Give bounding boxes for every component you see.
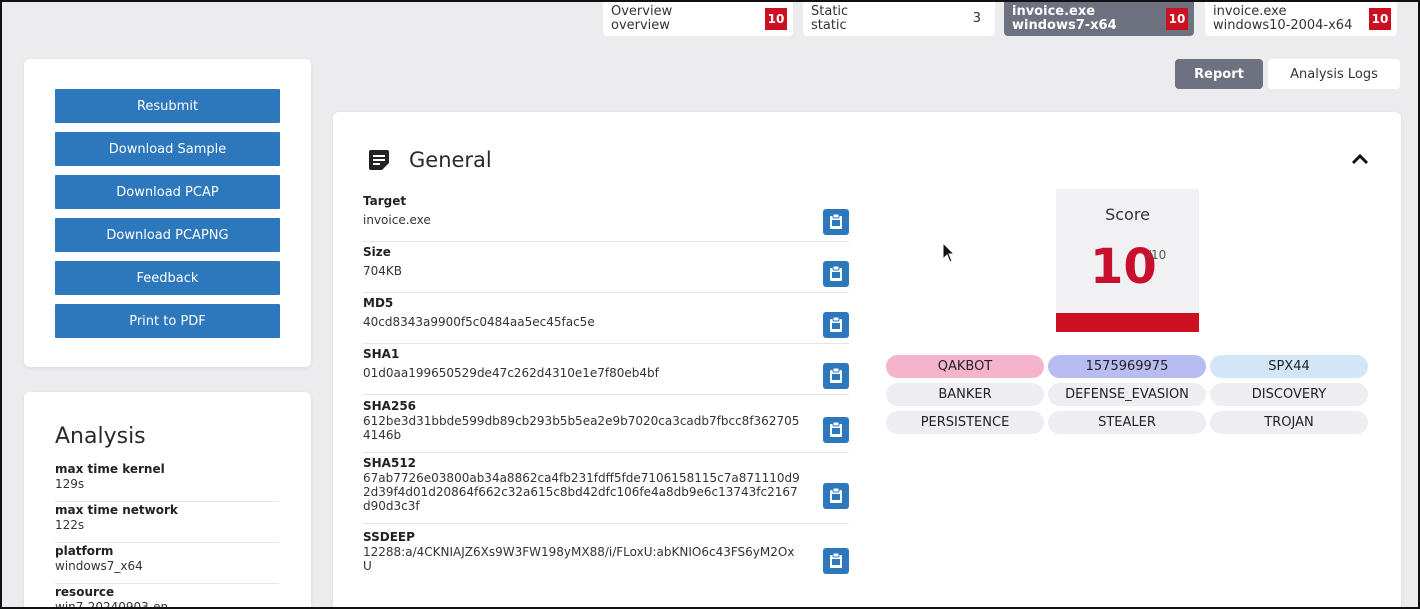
analysis-value: 129s xyxy=(55,477,85,491)
score-label: Score xyxy=(1105,205,1150,224)
analysis-item: platform windows7_x64 xyxy=(55,544,279,584)
field-value: 612be3d31bbde599db89cb293b5b5ea2e9b7020c… xyxy=(363,414,800,442)
ssdeep-field: SSDEEP 12288:a/4CKNIAJZ6Xs9W3FW198yMX88/… xyxy=(363,530,849,582)
chevron-up-icon[interactable] xyxy=(1349,148,1371,174)
task-tab-windows7[interactable]: invoice.exe windows7-x64 10 xyxy=(1004,2,1194,36)
sha1-field: SHA1 01d0aa199650529de47c262d4310e1e7f80… xyxy=(363,347,849,395)
app-frame: Overview overview 10 Static static 3 invoi… xyxy=(0,0,1420,609)
print-to-pdf-button[interactable]: Print to PDF xyxy=(55,304,280,338)
task-tab-overview[interactable]: Overview overview 10 xyxy=(603,2,793,36)
analysis-key: max time kernel xyxy=(55,462,165,476)
size-field: Size 704KB xyxy=(363,245,849,293)
field-value: 704KB xyxy=(363,264,403,278)
tag-trojan: TROJAN xyxy=(1210,411,1368,434)
severity-badge: 10 xyxy=(1369,8,1391,30)
clipboard-icon[interactable] xyxy=(823,363,849,389)
task-tab-title: Static xyxy=(811,4,849,19)
field-label: SHA256 xyxy=(363,399,417,413)
task-tab-title: invoice.exe xyxy=(1012,4,1096,19)
task-tab-static[interactable]: Static static 3 xyxy=(803,2,995,36)
md5-field: MD5 40cd8343a9900f5c0484aa5ec45fac5e xyxy=(363,296,849,344)
download-pcapng-button[interactable]: Download PCAPNG xyxy=(55,218,280,252)
field-label: SSDEEP xyxy=(363,530,415,544)
signature-count: 3 xyxy=(972,11,981,26)
task-tab-subtitle: overview xyxy=(611,18,670,33)
analysis-item: max time network 122s xyxy=(55,503,279,543)
sha512-field: SHA512 67ab7726e03800ab34a8862ca4fb231fd… xyxy=(363,456,849,524)
tag-1575969975: 1575969975 xyxy=(1048,355,1206,378)
sha256-field: SHA256 612be3d31bbde599db89cb293b5b5ea2e… xyxy=(363,399,849,453)
target-field: Target invoice.exe xyxy=(363,194,849,242)
analysis-panel: Analysis max time kernel 129s max time n… xyxy=(24,392,311,609)
actions-panel: Resubmit Download Sample Download PCAP D… xyxy=(24,59,311,367)
tag-discovery: DISCOVERY xyxy=(1210,383,1368,406)
tag-banker: BANKER xyxy=(886,383,1044,406)
field-value: invoice.exe xyxy=(363,213,431,227)
task-tab-title: invoice.exe xyxy=(1213,4,1287,19)
task-tab-title: Overview xyxy=(611,4,673,19)
section-title: General xyxy=(409,148,492,172)
field-value: 01d0aa199650529de47c262d4310e1e7f80eb4bf xyxy=(363,366,659,380)
score-card: Score 10 /10 xyxy=(1056,189,1199,332)
field-value: 67ab7726e03800ab34a8862ca4fb231fdff5fde7… xyxy=(363,471,800,513)
task-tab-subtitle: windows7-x64 xyxy=(1012,18,1117,33)
clipboard-icon[interactable] xyxy=(823,417,849,443)
field-label: Target xyxy=(363,194,407,208)
task-tab-subtitle: windows10-2004-x64 xyxy=(1213,18,1353,33)
tag-stealer: STEALER xyxy=(1048,411,1206,434)
mouse-cursor-icon xyxy=(942,241,956,268)
analysis-logs-button[interactable]: Analysis Logs xyxy=(1268,59,1400,89)
analysis-item: max time kernel 129s xyxy=(55,462,279,502)
general-panel: General Target invoice.exe Size 704KB MD… xyxy=(333,112,1401,607)
clipboard-icon[interactable] xyxy=(823,483,849,509)
clipboard-icon[interactable] xyxy=(823,209,849,235)
score-max: /10 xyxy=(1147,248,1167,262)
analysis-value: 122s xyxy=(55,518,85,532)
severity-badge: 10 xyxy=(1166,8,1188,30)
clipboard-icon[interactable] xyxy=(823,261,849,287)
tag-defense-evasion: DEFENSE_EVASION xyxy=(1048,383,1206,406)
analysis-key: max time network xyxy=(55,503,178,517)
severity-badge: 10 xyxy=(765,8,787,30)
resubmit-button[interactable]: Resubmit xyxy=(55,89,280,123)
score-bar xyxy=(1056,313,1199,332)
analysis-value: win7-20240903-en xyxy=(55,600,169,609)
field-value: 40cd8343a9900f5c0484aa5ec45fac5e xyxy=(363,315,595,329)
tag-qakbot: QAKBOT xyxy=(886,355,1044,378)
field-value: 12288:a/4CKNIAJZ6Xs9W3FW198yMX88/i/FLoxU… xyxy=(363,545,795,573)
field-label: SHA1 xyxy=(363,347,400,361)
field-label: MD5 xyxy=(363,296,394,310)
analysis-key: platform xyxy=(55,544,114,558)
analysis-value: windows7_x64 xyxy=(55,559,143,573)
analysis-key: resource xyxy=(55,585,115,599)
task-tab-subtitle: static xyxy=(811,18,847,33)
download-pcap-button[interactable]: Download PCAP xyxy=(55,175,280,209)
field-label: SHA512 xyxy=(363,456,417,470)
download-sample-button[interactable]: Download Sample xyxy=(55,132,280,166)
notes-icon xyxy=(367,148,391,176)
feedback-button[interactable]: Feedback xyxy=(55,261,280,295)
clipboard-icon[interactable] xyxy=(823,548,849,574)
tag-spx44: SPX44 xyxy=(1210,355,1368,378)
analysis-item: resource win7-20240903-en xyxy=(55,585,279,609)
tag-persistence: PERSISTENCE xyxy=(886,411,1044,434)
field-label: Size xyxy=(363,245,391,259)
analysis-title: Analysis xyxy=(55,424,146,449)
task-tab-windows10[interactable]: invoice.exe windows10-2004-x64 10 xyxy=(1205,2,1397,36)
clipboard-icon[interactable] xyxy=(823,312,849,338)
report-button[interactable]: Report xyxy=(1175,59,1263,89)
